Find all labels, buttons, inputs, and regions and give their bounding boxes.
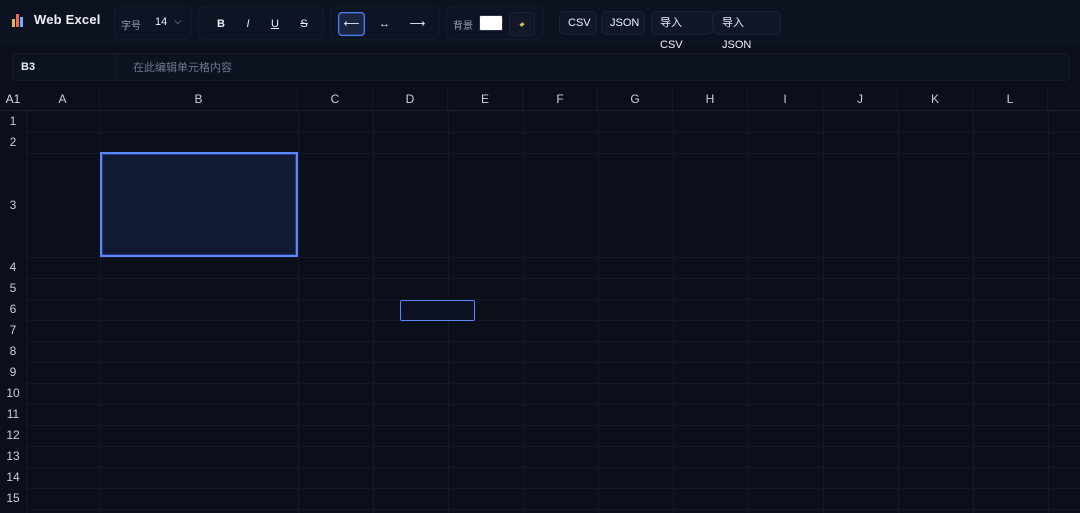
column-header-d[interactable]: D	[373, 88, 448, 110]
grid-line	[898, 110, 899, 513]
cell-reference[interactable]: B3	[13, 54, 117, 80]
grid-line	[26, 341, 1080, 342]
grid-line	[26, 257, 1080, 258]
grid-line	[823, 110, 824, 513]
align-center-button[interactable]: ↔	[371, 12, 398, 36]
grid-line	[26, 509, 1080, 510]
row-header-4[interactable]: 4	[0, 257, 26, 278]
row-header-5[interactable]: 5	[0, 278, 26, 299]
row-header-14[interactable]: 14	[0, 467, 26, 488]
background-label: 背景	[453, 21, 473, 32]
clear-format-icon[interactable]	[509, 12, 535, 36]
row-header-6[interactable]: 6	[0, 299, 26, 320]
align-left-button[interactable]: ⟵	[338, 12, 365, 36]
grid-line	[26, 404, 1080, 405]
column-header-e[interactable]: E	[448, 88, 523, 110]
grid-line	[26, 278, 1080, 279]
font-size-select[interactable]: 14	[155, 16, 167, 28]
grid-line	[26, 362, 1080, 363]
row-header-12[interactable]: 12	[0, 425, 26, 446]
align-right-button[interactable]: ⟶	[404, 12, 431, 36]
column-header-l[interactable]: L	[973, 88, 1048, 110]
grid-line	[523, 110, 524, 513]
row-header-7[interactable]: 7	[0, 320, 26, 341]
text-style-group: B I U S	[198, 6, 324, 40]
column-header-f[interactable]: F	[523, 88, 598, 110]
underline-button[interactable]: U	[263, 12, 287, 36]
import-csv-button[interactable]: 导入CSV	[651, 11, 713, 51]
grid-line	[673, 110, 674, 513]
grid-line	[26, 488, 1080, 489]
font-size-group: 字号 14 ⌵	[114, 6, 192, 40]
align-group: ⟵ ↔ ⟶	[330, 6, 440, 40]
toolbar: Web Excel 字号 14 ⌵ B I U S ⟵ ↔ ⟶ 背景 CSV J…	[0, 0, 1080, 51]
column-header-g[interactable]: G	[598, 88, 673, 110]
row-header-2[interactable]: 2	[0, 132, 26, 153]
export-json-button[interactable]: JSON	[601, 11, 645, 35]
chevron-down-icon[interactable]: ⌵	[174, 16, 182, 27]
grid-line	[26, 446, 1080, 447]
import-json-button[interactable]: 导入JSON	[713, 11, 781, 51]
row-header-8[interactable]: 8	[0, 341, 26, 362]
brand: Web Excel	[12, 12, 101, 27]
column-header-a[interactable]: A	[26, 88, 100, 110]
row-header-15[interactable]: 15	[0, 488, 26, 509]
grid-line	[26, 299, 1080, 300]
grid-corner[interactable]: A1	[0, 88, 26, 110]
export-csv-button[interactable]: CSV	[559, 11, 597, 35]
grid-line	[373, 110, 374, 513]
app-title: Web Excel	[34, 12, 101, 27]
column-header-b[interactable]: B	[100, 88, 298, 110]
column-header-k[interactable]: K	[898, 88, 973, 110]
strikethrough-button[interactable]: S	[292, 12, 316, 36]
selected-cell-b3[interactable]	[100, 152, 298, 257]
row-header-1[interactable]: 1	[0, 111, 26, 132]
grid-line	[26, 425, 1080, 426]
cell-editor-d6[interactable]	[400, 300, 475, 321]
row-header-11[interactable]: 11	[0, 404, 26, 425]
bar-chart-icon	[12, 13, 26, 27]
bold-button[interactable]: B	[209, 12, 233, 36]
column-header-h[interactable]: H	[673, 88, 748, 110]
grid-line	[748, 110, 749, 513]
font-size-label: 字号	[121, 21, 141, 32]
column-header-j[interactable]: J	[823, 88, 898, 110]
row-header-10[interactable]: 10	[0, 383, 26, 404]
column-header-i[interactable]: I	[748, 88, 823, 110]
formula-bar: B3	[12, 53, 1070, 82]
spreadsheet-grid: A1 A B C D E F G H I J K L 1 2 3 4 5 6 7…	[0, 88, 1080, 513]
grid-line	[973, 110, 974, 513]
row-header-3[interactable]: 3	[0, 153, 26, 257]
grid-line	[26, 383, 1080, 384]
cell-content-input[interactable]	[125, 54, 1065, 82]
grid-line	[26, 110, 27, 513]
grid-line	[598, 110, 599, 513]
grid-line	[1048, 110, 1049, 513]
grid-line	[26, 320, 1080, 321]
italic-button[interactable]: I	[236, 12, 260, 36]
row-header-9[interactable]: 9	[0, 362, 26, 383]
column-header-c[interactable]: C	[298, 88, 373, 110]
grid-line	[26, 467, 1080, 468]
grid-line	[298, 110, 299, 513]
grid-line	[26, 132, 1080, 133]
row-header-13[interactable]: 13	[0, 446, 26, 467]
header-divider	[0, 110, 1080, 111]
background-color-swatch[interactable]	[479, 15, 503, 31]
background-group: 背景	[446, 6, 544, 40]
